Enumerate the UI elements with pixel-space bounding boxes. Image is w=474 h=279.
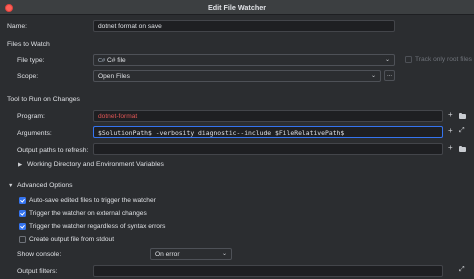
- arguments-field[interactable]: $SolutionPath$ -verbosity diagnostic--in…: [93, 126, 443, 138]
- scope-browse-button[interactable]: ...: [384, 70, 395, 81]
- program-field[interactable]: dotnet-format: [93, 110, 443, 122]
- program-value: dotnet-format: [98, 112, 138, 120]
- show-console-select[interactable]: On error ⌄: [150, 248, 232, 260]
- working-directory-toggle[interactable]: Working Directory and Environment Variab…: [27, 161, 164, 168]
- show-console-label: Show console:: [17, 251, 62, 258]
- advanced-options-header: Advanced Options: [17, 182, 73, 189]
- expand-triangle-icon[interactable]: ▶: [18, 162, 22, 168]
- chevron-down-icon: ⌄: [384, 57, 390, 63]
- show-console-value: On error: [155, 250, 180, 258]
- scope-select[interactable]: Open Files ⌄: [93, 70, 381, 82]
- output-filters-label: Output filters:: [17, 268, 58, 275]
- tool-to-run-header: Tool to Run on Changes: [7, 96, 80, 103]
- track-only-root-label: Track only root files: [415, 56, 472, 63]
- insert-macro-icon[interactable]: +: [448, 126, 453, 136]
- file-type-label: File type:: [17, 57, 45, 64]
- scope-label: Scope:: [17, 73, 39, 80]
- title-bar: Edit File Watcher: [0, 0, 474, 15]
- chevron-down-icon: ⌄: [221, 251, 227, 257]
- syntax-errors-label: Trigger the watcher regardless of syntax…: [29, 223, 166, 230]
- csharp-file-icon: C#: [98, 57, 106, 64]
- output-paths-field[interactable]: [93, 143, 443, 155]
- arguments-label: Arguments:: [17, 130, 52, 137]
- create-output-checkbox[interactable]: [19, 236, 26, 243]
- track-only-root-checkbox[interactable]: [405, 56, 412, 63]
- auto-save-label: Auto-save edited files to trigger the wa…: [29, 197, 156, 204]
- external-changes-checkbox[interactable]: [19, 210, 26, 217]
- files-to-watch-header: Files to Watch: [7, 41, 50, 48]
- folder-icon[interactable]: [459, 112, 466, 119]
- scope-value: Open Files: [98, 72, 130, 80]
- file-type-select[interactable]: C# C# file ⌄: [93, 54, 395, 66]
- program-label: Program:: [17, 113, 45, 120]
- chevron-down-icon: ⌄: [370, 73, 376, 79]
- name-label: Name:: [7, 23, 28, 30]
- expand-icon[interactable]: ⤢: [459, 265, 465, 275]
- collapse-triangle-icon[interactable]: ▼: [8, 183, 13, 189]
- external-changes-label: Trigger the watcher on external changes: [29, 210, 147, 217]
- output-paths-label: Output paths to refresh:: [17, 147, 89, 154]
- folder-icon[interactable]: [459, 145, 466, 152]
- syntax-errors-checkbox[interactable]: [19, 223, 26, 230]
- insert-macro-icon[interactable]: +: [448, 143, 453, 153]
- window-title: Edit File Watcher: [207, 3, 267, 12]
- output-filters-field[interactable]: [93, 265, 443, 277]
- name-field[interactable]: dotnet format on save: [93, 20, 395, 32]
- expand-icon[interactable]: ⤢: [459, 126, 465, 136]
- auto-save-checkbox[interactable]: [19, 197, 26, 204]
- create-output-label: Create output file from stdout: [29, 236, 115, 243]
- file-type-value: C# file: [107, 56, 126, 64]
- insert-macro-icon[interactable]: +: [448, 110, 453, 120]
